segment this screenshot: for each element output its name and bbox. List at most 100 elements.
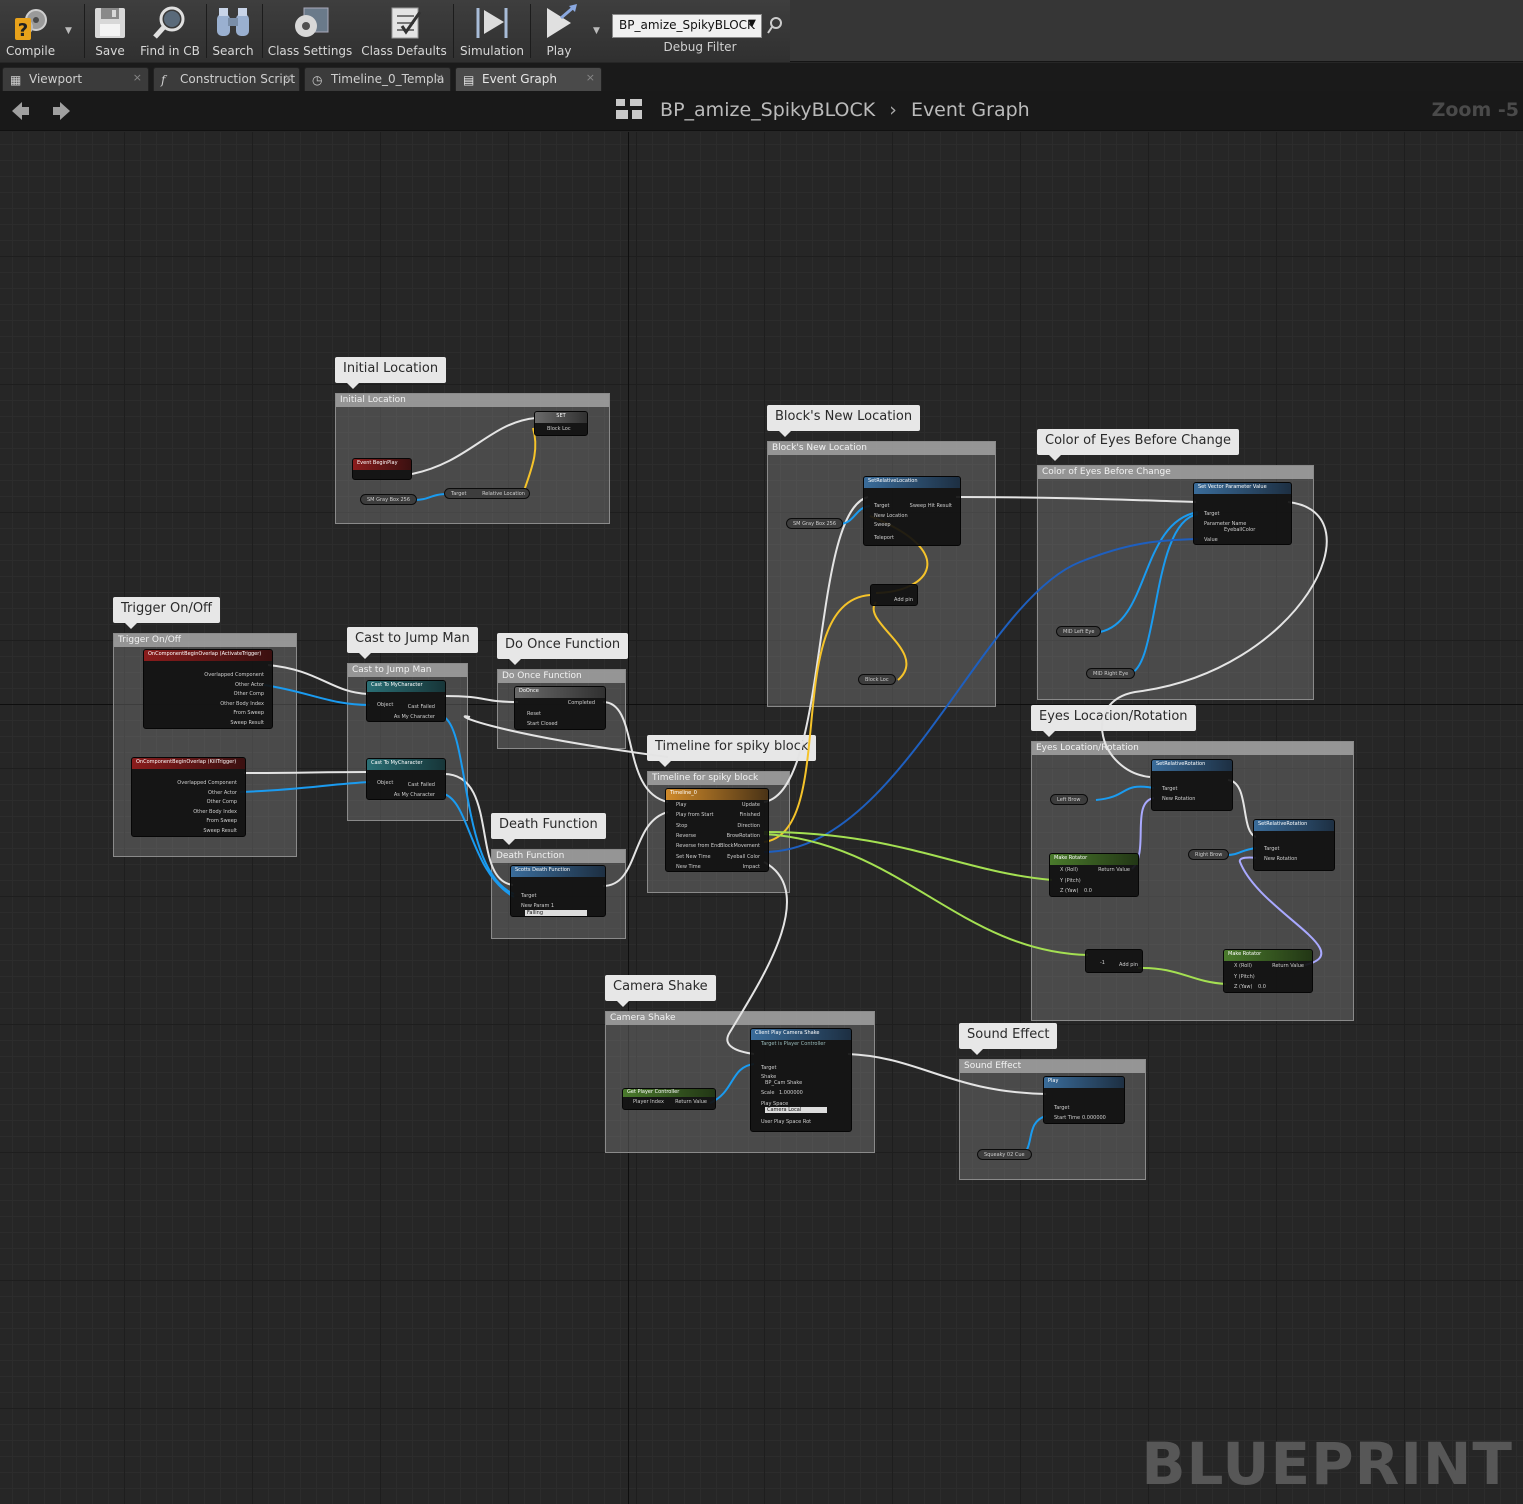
comment-header: Initial Location [336, 394, 609, 407]
comment-bubble-new-location[interactable]: Block's New Location [767, 405, 921, 437]
cast-to-mycharacter-node[interactable]: Cast To MyCharacter Object Cast Failed A… [366, 758, 446, 800]
z-yaw-value[interactable]: 0.0 [1258, 984, 1266, 990]
get-player-controller-node[interactable]: Get Player Controller Player Index Retur… [622, 1088, 716, 1110]
comment-bubble-eye-color[interactable]: Color of Eyes Before Change [1037, 429, 1239, 461]
close-icon[interactable]: × [435, 71, 444, 84]
mid-right-eye-variable[interactable]: MID Right Eye [1086, 668, 1136, 679]
zoom-label: Zoom -5 [1431, 99, 1519, 121]
play-space-dropdown[interactable]: Camera Local [765, 1107, 827, 1113]
tab-viewport[interactable]: ▦ Viewport × [2, 67, 149, 91]
sm-gray-box-variable[interactable]: SM Gray Box 256 [786, 518, 844, 529]
as-my-character-pin: As My Character [393, 792, 435, 798]
impact-pin: Impact [742, 864, 760, 870]
event-begin-play-node[interactable]: Event BeginPlay [352, 458, 412, 480]
mid-left-eye-variable[interactable]: MID Left Eye [1056, 626, 1102, 637]
target-pin: Target [521, 893, 537, 899]
scale-value[interactable]: 1.000000 [779, 1090, 803, 1096]
block-loc-pin: Block Loc [547, 426, 571, 432]
client-play-camera-shake-node[interactable]: Client Play Camera Shake Target is Playe… [750, 1028, 852, 1132]
set-relative-rotation-node[interactable]: SetRelativeRotation Target New Rotation [1151, 759, 1233, 811]
new-param-dropdown[interactable]: Falling [525, 910, 587, 916]
clock-icon: ◷ [312, 73, 323, 87]
add-pin[interactable]: Add pin [894, 597, 913, 603]
class-settings-button[interactable]: Class Settings [266, 0, 354, 62]
parameter-name-value[interactable]: EyeballColor [1224, 527, 1255, 533]
comment-bubble-eyes-location[interactable]: Eyes Location/Rotation [1031, 705, 1196, 737]
make-rotator-node[interactable]: Make Rotator X (Roll) Y (Pitch) Z (Yaw) … [1049, 853, 1139, 897]
event-graph-canvas[interactable]: Initial Location Initial Location Trigge… [0, 132, 1523, 1504]
get-relative-location-node[interactable]: Target Relative Location [444, 488, 530, 499]
class-defaults-button[interactable]: Class Defaults [360, 0, 448, 62]
play-sound-node[interactable]: Play Target Start Time 0.000000 [1043, 1076, 1125, 1124]
search-button[interactable]: Search [210, 0, 256, 62]
add-vector-node[interactable]: Add pin [870, 584, 918, 606]
from-sweep-pin: From Sweep [206, 818, 237, 824]
toolbar: ? Compile ▼ Save Find in CB Search Class… [0, 0, 1523, 62]
set-relative-rotation-node[interactable]: SetRelativeRotation Target New Rotation [1253, 819, 1335, 871]
other-actor-pin: Other Actor [208, 790, 237, 796]
close-icon[interactable]: × [133, 71, 142, 84]
play-options-arrow[interactable]: ▼ [593, 26, 600, 36]
set-vector-parameter-node[interactable]: Set Vector Parameter Value Target Parame… [1193, 482, 1292, 545]
comment-bubble-trigger[interactable]: Trigger On/Off [113, 597, 221, 629]
back-arrow-icon[interactable] [8, 99, 32, 123]
tab-timeline[interactable]: ◷ Timeline_0_Templa × [304, 67, 451, 91]
multiply-float-node[interactable]: -1 Add pin [1085, 949, 1143, 973]
overlap-activate-trigger-node[interactable]: OnComponentBeginOverlap (ActivateTrigger… [143, 649, 273, 729]
comment-bubble-do-once[interactable]: Do Once Function [497, 633, 629, 665]
forward-arrow-icon[interactable] [50, 99, 74, 123]
multiplier-value[interactable]: -1 [1100, 960, 1105, 966]
do-once-node[interactable]: DoOnce Completed Reset Start Closed [514, 686, 606, 730]
return-value-pin: Return Value [1098, 867, 1130, 873]
breadcrumb-graph[interactable]: Event Graph [911, 99, 1030, 121]
left-brow-variable[interactable]: Left Brow [1050, 794, 1088, 805]
simulation-button[interactable]: Simulation [458, 0, 526, 62]
node-title: OnComponentBeginOverlap (KillTrigger) [132, 758, 245, 769]
breadcrumb-blueprint[interactable]: BP_amize_SpikyBLOCK [660, 99, 875, 121]
tab-label: Event Graph [482, 72, 557, 86]
blueprint-watermark: BLUEPRINT [1141, 1430, 1513, 1498]
debug-filter-select[interactable]: BP_amize_SpikyBLOCK ▼ [612, 14, 762, 38]
shake-value[interactable]: BP_Cam Shake [765, 1080, 802, 1086]
right-brow-variable[interactable]: Right Brow [1188, 849, 1230, 860]
death-function-node[interactable]: Scotts Death Function Target New Param 1… [510, 865, 606, 917]
toolbar-separator [262, 4, 263, 58]
comment-bubble-cast[interactable]: Cast to Jump Man [347, 627, 478, 659]
comment-bubble-camera-shake[interactable]: Camera Shake [605, 975, 716, 1007]
new-location-pin: New Location [874, 513, 908, 519]
play-button[interactable]: Play [534, 0, 584, 62]
set-block-loc-node[interactable]: SET Block Loc [534, 411, 588, 436]
sm-gray-box-variable[interactable]: SM Gray Box 256 [360, 494, 418, 505]
play-label: Play [546, 44, 572, 58]
comment-bubble-initial-location[interactable]: Initial Location [335, 357, 447, 389]
comment-header: Sound Effect [960, 1060, 1145, 1073]
compile-label: Compile [6, 44, 56, 58]
add-pin[interactable]: Add pin [1119, 962, 1138, 968]
compile-button[interactable]: ? Compile [0, 0, 62, 62]
comment-bubble-sound[interactable]: Sound Effect [959, 1023, 1058, 1055]
comment-bubble-timeline[interactable]: Timeline for spiky block [647, 735, 817, 767]
z-yaw-pin: Z (Yaw) [1060, 888, 1079, 894]
tab-construction-script[interactable]: f Construction Script × [153, 67, 300, 91]
set-relative-location-node[interactable]: SetRelativeLocation Target New Location … [863, 476, 961, 546]
overlap-kill-trigger-node[interactable]: OnComponentBeginOverlap (KillTrigger) Ov… [131, 757, 246, 837]
cast-to-mycharacter-node[interactable]: Cast To MyCharacter Object Cast Failed A… [366, 680, 446, 722]
z-yaw-value[interactable]: 0.0 [1084, 888, 1092, 894]
make-rotator-node[interactable]: Make Rotator X (Roll) Y (Pitch) Z (Yaw) … [1223, 949, 1313, 993]
start-time-value[interactable]: 0.000000 [1082, 1115, 1106, 1121]
direction-pin: Direction [737, 823, 760, 829]
compile-options-arrow[interactable]: ▼ [65, 26, 72, 36]
search-icon[interactable] [766, 16, 784, 36]
close-icon[interactable]: × [284, 71, 293, 84]
squeaky-audio-variable[interactable]: Squeaky 02 Cue [977, 1149, 1032, 1160]
comment-bubble-death[interactable]: Death Function [491, 813, 606, 845]
save-button[interactable]: Save [88, 0, 132, 62]
y-pitch-pin: Y (Pitch) [1060, 878, 1081, 884]
close-icon[interactable]: × [586, 71, 595, 84]
node-title: Get Player Controller [623, 1089, 715, 1097]
find-in-cb-button[interactable]: Find in CB [138, 0, 202, 62]
timeline-0-node[interactable]: Timeline_0 Play Play from Start Stop Rev… [665, 788, 769, 872]
object-pin: Object [377, 780, 394, 786]
block-loc-variable[interactable]: Block Loc [858, 674, 896, 685]
tab-event-graph[interactable]: ▤ Event Graph × [455, 67, 602, 91]
